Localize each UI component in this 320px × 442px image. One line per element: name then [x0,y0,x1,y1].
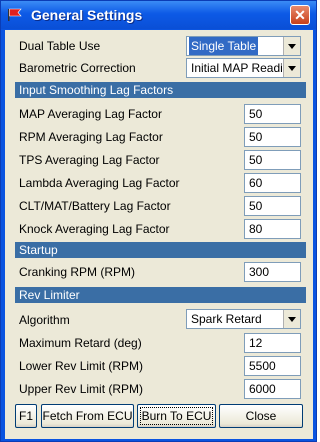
lambda-lag-input[interactable]: 60 [244,173,301,193]
knock-lag-label: Knock Averaging Lag Factor [19,222,170,236]
dropdown-button[interactable] [283,37,300,55]
lower-rev-label: Lower Rev Limit (RPM) [19,359,144,373]
chevron-down-icon [288,317,296,322]
dropdown-button[interactable] [283,59,300,77]
flag-icon [8,8,22,21]
close-window-button[interactable]: ✕ [290,5,310,25]
algorithm-value: Spark Retard [191,312,262,326]
max-retard-input[interactable]: 12 [244,333,301,353]
knock-lag-input[interactable]: 80 [244,219,301,239]
upper-rev-label: Upper Rev Limit (RPM) [19,382,144,396]
dual-table-value: Single Table [189,37,259,55]
algorithm-select[interactable]: Spark Retard [186,309,301,329]
lambda-lag-label: Lambda Averaging Lag Factor [19,176,180,190]
dual-table-label: Dual Table Use [19,39,101,53]
rpm-lag-input[interactable]: 50 [244,127,301,147]
barometric-label: Barometric Correction [19,61,136,75]
algorithm-label: Algorithm [19,313,70,327]
cranking-rpm-input[interactable]: 300 [244,262,301,282]
tps-lag-input[interactable]: 50 [244,150,301,170]
dialog-body: Dual Table Use Single Table Barometric C… [5,30,313,439]
section-header-lag: Input Smoothing Lag Factors [15,82,306,98]
cranking-rpm-label: Cranking RPM (RPM) [19,265,136,279]
map-lag-label: MAP Averaging Lag Factor [19,107,162,121]
upper-rev-input[interactable]: 6000 [244,379,301,399]
barometric-value: Initial MAP Reading [191,61,297,75]
dual-table-select[interactable]: Single Table [186,36,301,56]
section-header-rev-limiter: Rev Limiter [15,287,306,303]
max-retard-label: Maximum Retard (deg) [19,336,142,350]
rpm-lag-label: RPM Averaging Lag Factor [19,130,163,144]
clt-lag-label: CLT/MAT/Battery Lag Factor [19,199,171,213]
settings-window: General Settings ✕ Dual Table Use Single… [0,0,317,442]
fetch-from-ecu-button[interactable]: Fetch From ECU [41,404,134,428]
chevron-down-icon [288,44,296,49]
map-lag-input[interactable]: 50 [244,104,301,124]
section-header-startup: Startup [15,242,306,258]
lower-rev-input[interactable]: 5500 [244,356,301,376]
tps-lag-label: TPS Averaging Lag Factor [19,153,160,167]
title-bar[interactable]: General Settings ✕ [1,1,316,29]
burn-to-ecu-button[interactable]: Burn To ECU [137,404,216,428]
help-button[interactable]: F1 [15,404,37,428]
barometric-select[interactable]: Initial MAP Reading [186,58,301,78]
clt-lag-input[interactable]: 50 [244,196,301,216]
dropdown-button[interactable] [283,310,300,328]
window-title: General Settings [31,7,143,23]
close-button[interactable]: Close [219,404,303,428]
chevron-down-icon [288,66,296,71]
